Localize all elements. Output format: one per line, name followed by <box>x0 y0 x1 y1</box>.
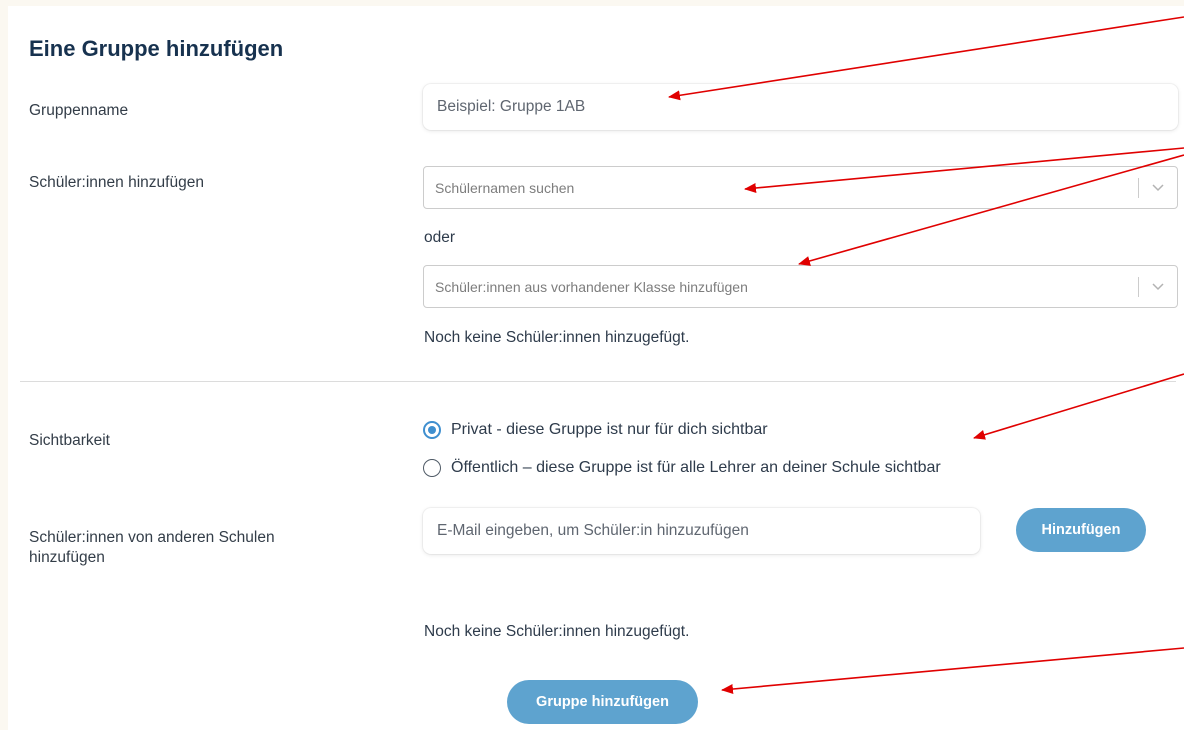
group-name-input[interactable]: Beispiel: Gruppe 1AB <box>423 84 1178 130</box>
chevron-down-icon[interactable] <box>1139 183 1177 192</box>
email-input-placeholder: E-Mail eingeben, um Schüler:in hinzuzufü… <box>437 522 749 539</box>
page-title: Eine Gruppe hinzufügen <box>29 36 284 61</box>
class-select-placeholder: Schüler:innen aus vorhandener Klasse hin… <box>435 278 748 295</box>
add-email-button[interactable]: Hinzufügen <box>1016 508 1146 552</box>
other-schools-label-line2: hinzufügen <box>29 549 105 566</box>
group-name-placeholder: Beispiel: Gruppe 1AB <box>437 98 586 115</box>
visibility-option-private[interactable]: Privat - diese Gruppe ist nur für dich s… <box>423 421 768 439</box>
email-input[interactable]: E-Mail eingeben, um Schüler:in hinzuzufü… <box>423 508 980 554</box>
visibility-option-label: Öffentlich – diese Gruppe ist für alle L… <box>451 459 941 476</box>
other-schools-empty-text: Noch keine Schüler:innen hinzugefügt. <box>424 623 690 640</box>
visibility-option-label: Privat - diese Gruppe ist nur für dich s… <box>451 421 768 438</box>
add-group-button[interactable]: Gruppe hinzufügen <box>507 680 698 724</box>
class-select[interactable]: Schüler:innen aus vorhandener Klasse hin… <box>423 265 1178 308</box>
students-empty-text: Noch keine Schüler:innen hinzugefügt. <box>424 329 690 346</box>
or-text: oder <box>424 229 456 246</box>
radio-checked-icon[interactable] <box>423 421 441 439</box>
other-schools-label-line1: Schüler:innen von anderen Schulen <box>29 529 275 546</box>
other-schools-label: Schüler:innen von anderen Schulen hinzuf… <box>29 528 275 568</box>
radio-unchecked-icon[interactable] <box>423 459 441 477</box>
student-search-placeholder: Schülernamen suchen <box>435 179 575 196</box>
student-search-select[interactable]: Schülernamen suchen <box>423 166 1178 209</box>
students-label: Schüler:innen hinzufügen <box>29 174 204 191</box>
group-name-label: Gruppenname <box>29 102 129 119</box>
visibility-option-public[interactable]: Öffentlich – diese Gruppe ist für alle L… <box>423 459 941 477</box>
chevron-down-icon[interactable] <box>1139 282 1177 291</box>
section-divider <box>20 381 1176 382</box>
visibility-label: Sichtbarkeit <box>29 432 110 449</box>
